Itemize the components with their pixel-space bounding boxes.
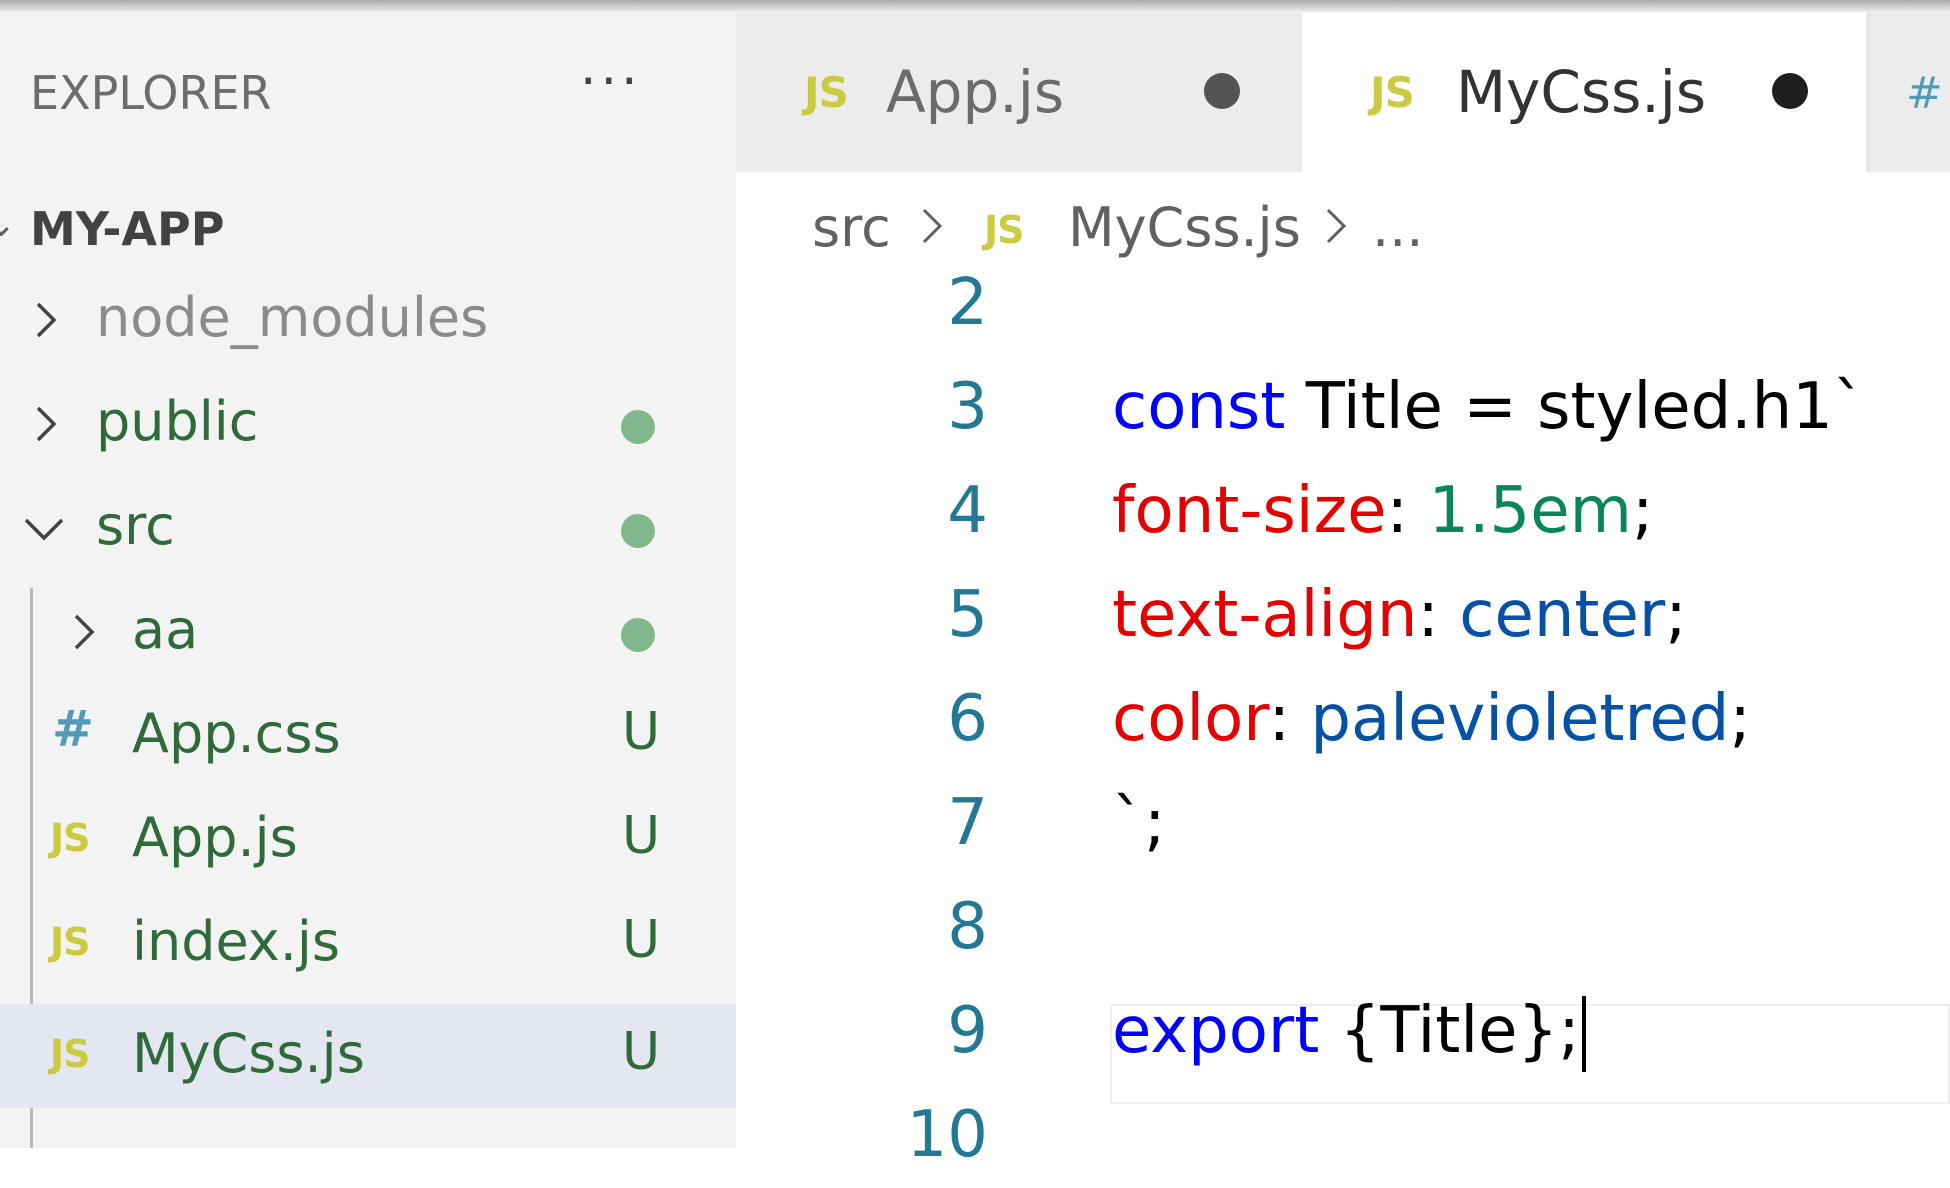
tab-mycss-js[interactable]: JS MyCss.js: [1302, 0, 1866, 172]
code-line: 6 color: palevioletred;: [736, 668, 1950, 772]
token-value: palevioletred: [1310, 682, 1730, 756]
line-number: 7: [947, 786, 988, 860]
git-modified-dot: [621, 514, 655, 548]
breadcrumb-symbols[interactable]: ...: [1372, 196, 1424, 259]
chevron-right-icon: [912, 202, 952, 250]
code-editor[interactable]: 2 3 const Title = styled.h1` 4 font-size…: [736, 266, 1950, 1172]
git-untracked-badge: U: [622, 806, 661, 866]
js-file-icon: JS: [50, 1032, 91, 1076]
line-number: 5: [947, 578, 988, 652]
line-number: 8: [947, 890, 988, 964]
tab-app-js[interactable]: JS App.js: [736, 0, 1302, 172]
token-text: ;: [1665, 578, 1687, 652]
window-top-edge: [0, 0, 1950, 12]
tree-item-app-js[interactable]: JS App.js U: [0, 788, 736, 892]
tree-item-node-modules[interactable]: node_modules: [0, 268, 736, 372]
token-text: :: [1268, 682, 1311, 756]
code-text: font-size: 1.5em;: [1112, 474, 1654, 548]
line-number: 4: [947, 474, 988, 548]
breadcrumb-folder[interactable]: src: [812, 196, 891, 259]
token-property: text-align: [1112, 578, 1418, 652]
code-line: 2: [736, 252, 1950, 356]
tree-item-label: node_modules: [96, 286, 489, 349]
code-text: `;: [1112, 786, 1166, 860]
tree-item-public[interactable]: public: [0, 372, 736, 476]
token-number: 1.5em: [1428, 474, 1632, 548]
project-folder-header[interactable]: ⌄ MY-APP: [0, 196, 736, 262]
code-text: text-align: center;: [1112, 578, 1687, 652]
token-keyword: const: [1112, 370, 1286, 444]
git-untracked-badge: U: [622, 1022, 661, 1082]
project-name: MY-APP: [30, 202, 225, 256]
code-line: 8: [736, 876, 1950, 980]
tree-item-label: public: [96, 390, 259, 453]
unsaved-dot-icon[interactable]: [1772, 73, 1808, 109]
code-line: 7 `;: [736, 772, 1950, 876]
js-file-icon: JS: [50, 920, 91, 964]
git-modified-dot: [621, 618, 655, 652]
code-text: const Title = styled.h1`: [1112, 370, 1865, 444]
code-text: color: palevioletred;: [1112, 682, 1751, 756]
js-file-icon: JS: [804, 68, 849, 117]
token-text: {Title};: [1319, 994, 1580, 1068]
token-property: color: [1112, 682, 1269, 756]
git-untracked-badge: U: [622, 910, 661, 970]
tab-label: MyCss.js: [1456, 58, 1707, 126]
explorer-sidebar: EXPLORER ··· ⌄ MY-APP node_modules publi…: [0, 0, 736, 1148]
line-number: 10: [906, 1098, 988, 1172]
token-text: `;: [1112, 786, 1166, 860]
js-file-icon: JS: [50, 816, 91, 860]
breadcrumb-file[interactable]: MyCss.js: [1068, 196, 1301, 259]
tree-item-label: index.js: [132, 910, 341, 973]
chevron-right-icon: [1316, 202, 1356, 250]
tree-item-label: aa: [132, 598, 199, 661]
tree-item-aa[interactable]: aa: [0, 580, 736, 684]
tab-partial[interactable]: #: [1870, 0, 1950, 172]
token-value: center: [1459, 578, 1666, 652]
code-line: 10: [736, 1084, 1950, 1188]
token-text: :: [1417, 578, 1460, 652]
js-file-icon: JS: [984, 208, 1025, 252]
chevron-right-icon: [22, 296, 70, 344]
css-file-icon: #: [1906, 68, 1943, 119]
tree-item-src[interactable]: src: [0, 476, 736, 580]
more-actions-icon[interactable]: ···: [580, 52, 642, 112]
code-line-active: 9 export {Title};: [736, 980, 1950, 1084]
chevron-right-icon: [22, 400, 70, 448]
code-line: 4 font-size: 1.5em;: [736, 460, 1950, 564]
token-text: ;: [1631, 474, 1654, 548]
line-number: 9: [947, 994, 988, 1068]
tree-item-label: App.css: [132, 702, 341, 765]
js-file-icon: JS: [1370, 68, 1415, 117]
tree-item-label: MyCss.js: [132, 1022, 365, 1085]
code-line: 5 text-align: center;: [736, 564, 1950, 668]
tree-item-mycss-js[interactable]: JS MyCss.js U: [0, 1004, 736, 1108]
unsaved-dot-icon[interactable]: [1204, 73, 1240, 109]
token-property: font-size: [1112, 474, 1387, 548]
line-number: 2: [947, 266, 988, 340]
token-text: :: [1386, 474, 1429, 548]
git-modified-dot: [621, 410, 655, 444]
chevron-right-icon: [60, 608, 108, 656]
tab-label: App.js: [886, 58, 1065, 126]
text-cursor: [1581, 996, 1586, 1073]
token-text: Title = styled.h1`: [1285, 370, 1865, 444]
git-untracked-badge: U: [622, 702, 661, 762]
explorer-title: EXPLORER: [30, 66, 272, 120]
code-text: export {Title};: [1112, 994, 1586, 1073]
code-line: 3 const Title = styled.h1`: [736, 356, 1950, 460]
line-number: 3: [947, 370, 988, 444]
token-text: ;: [1729, 682, 1751, 756]
chevron-down-icon: ⌄: [0, 204, 17, 245]
css-file-icon: #: [52, 700, 94, 758]
tree-item-label: src: [96, 494, 175, 557]
chevron-down-icon: [20, 504, 68, 552]
tree-item-app-css[interactable]: # App.css U: [0, 684, 736, 788]
line-number: 6: [947, 682, 988, 756]
token-keyword: export: [1112, 994, 1320, 1068]
tree-item-label: App.js: [132, 806, 298, 869]
tree-item-index-js[interactable]: JS index.js U: [0, 892, 736, 996]
